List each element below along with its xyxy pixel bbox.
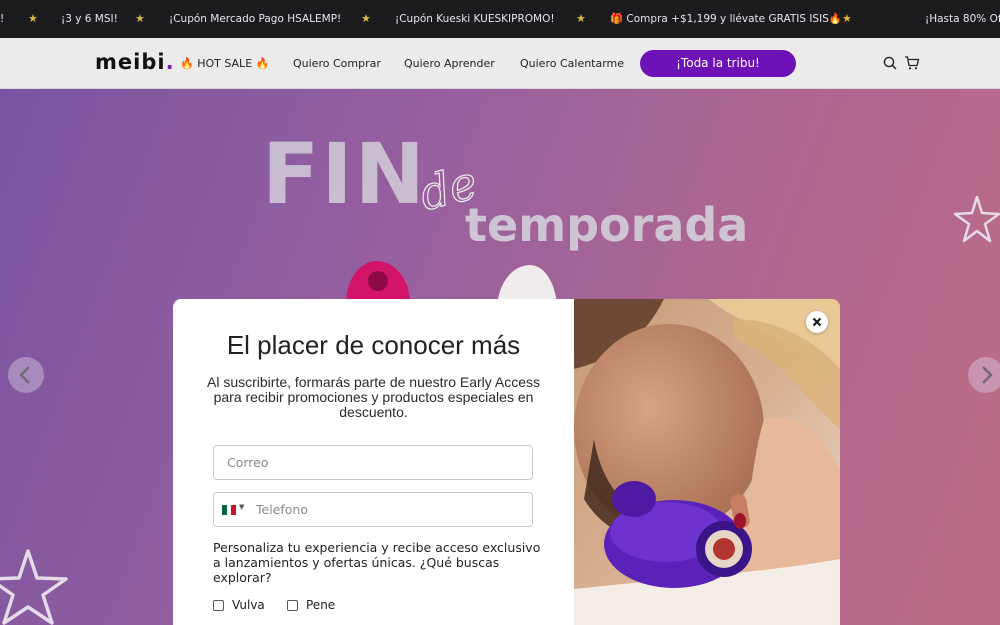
cart-icon[interactable]: [904, 55, 920, 71]
logo-dot: .: [165, 50, 175, 74]
close-popup-button[interactable]: [806, 311, 828, 333]
carousel-next-button[interactable]: [968, 357, 1000, 393]
vulva-checkbox[interactable]: [213, 599, 224, 611]
announcement-bar: ! ★ ¡3 y 6 MSI! ★ ¡Cupón Mercado Pago HS…: [0, 0, 1000, 38]
toda-la-tribu-button[interactable]: ¡Toda la tribu!: [640, 50, 796, 77]
chevron-down-icon[interactable]: ▼: [239, 503, 244, 511]
meibi-logo[interactable]: meibi.: [95, 50, 175, 74]
star-outline-icon: [953, 195, 1000, 243]
close-icon: [812, 317, 822, 327]
star-icon: ★: [135, 12, 145, 25]
ticker-fragment: !: [0, 13, 5, 25]
ticker-mercado-pago: ¡Cupón Mercado Pago HSALEMP!: [169, 13, 342, 25]
phone-field[interactable]: ▼: [213, 492, 533, 527]
mexico-flag-icon[interactable]: [222, 505, 237, 515]
carousel-prev-button[interactable]: [8, 357, 44, 393]
search-icon[interactable]: [882, 55, 898, 71]
site-header: meibi. 🔥 HOT SALE 🔥 Quiero Comprar Quier…: [0, 38, 1000, 89]
star-icon: ★: [28, 12, 38, 25]
popup-title: El placer de conocer más: [226, 330, 521, 360]
flame-icon: 🔥: [828, 13, 842, 25]
flame-icon: 🔥: [255, 57, 270, 70]
nav-quiero-calentarme[interactable]: Quiero Calentarme: [520, 38, 624, 89]
hero-headline: FIN: [262, 125, 427, 223]
option-pene[interactable]: Pene: [287, 598, 335, 612]
ticker-kueski: ¡Cupón Kueski KUESKIPROMO!: [395, 13, 555, 25]
pene-label: Pene: [306, 598, 336, 612]
star-icon: ★: [361, 12, 371, 25]
email-input[interactable]: [227, 446, 517, 479]
ticker-gift-promo: 🎁 Compra +$1,199 y llévate GRATIS ISIS🔥: [610, 0, 842, 38]
nav-quiero-aprender[interactable]: Quiero Aprender: [404, 38, 495, 89]
vulva-label: Vulva: [232, 598, 265, 612]
popup-description: Al suscribirte, formarás parte de nuestr…: [206, 374, 541, 420]
nav-hot-sale[interactable]: 🔥 HOT SALE 🔥: [180, 38, 269, 89]
star-icon: ★: [576, 12, 586, 25]
nav-quiero-comprar[interactable]: Quiero Comprar: [293, 38, 381, 89]
chevron-left-icon: [19, 366, 30, 384]
flame-icon: 🔥: [180, 57, 194, 70]
logo-text: meibi: [95, 50, 166, 74]
email-field[interactable]: [213, 445, 533, 480]
gift-promo-text: Compra +$1,199 y llévate GRATIS ISIS: [626, 13, 829, 25]
personalize-text: Personaliza tu experiencia y recibe acce…: [213, 540, 541, 585]
nav-hot-sale-label: HOT SALE: [197, 57, 253, 70]
star-icon: ★: [842, 12, 852, 25]
popup-photo: [574, 299, 840, 625]
pene-checkbox[interactable]: [287, 599, 298, 611]
ticker-msi: ¡3 y 6 MSI!: [61, 13, 118, 25]
option-vulva[interactable]: Vulva: [213, 598, 265, 612]
ticker-discount: ¡Hasta 80% Off: [925, 13, 1000, 25]
hero-subheadline: temporada: [465, 198, 749, 252]
chevron-right-icon: [982, 366, 993, 384]
gift-icon: 🎁: [610, 13, 624, 25]
phone-input[interactable]: [256, 493, 516, 526]
star-outline-icon: [0, 549, 68, 625]
